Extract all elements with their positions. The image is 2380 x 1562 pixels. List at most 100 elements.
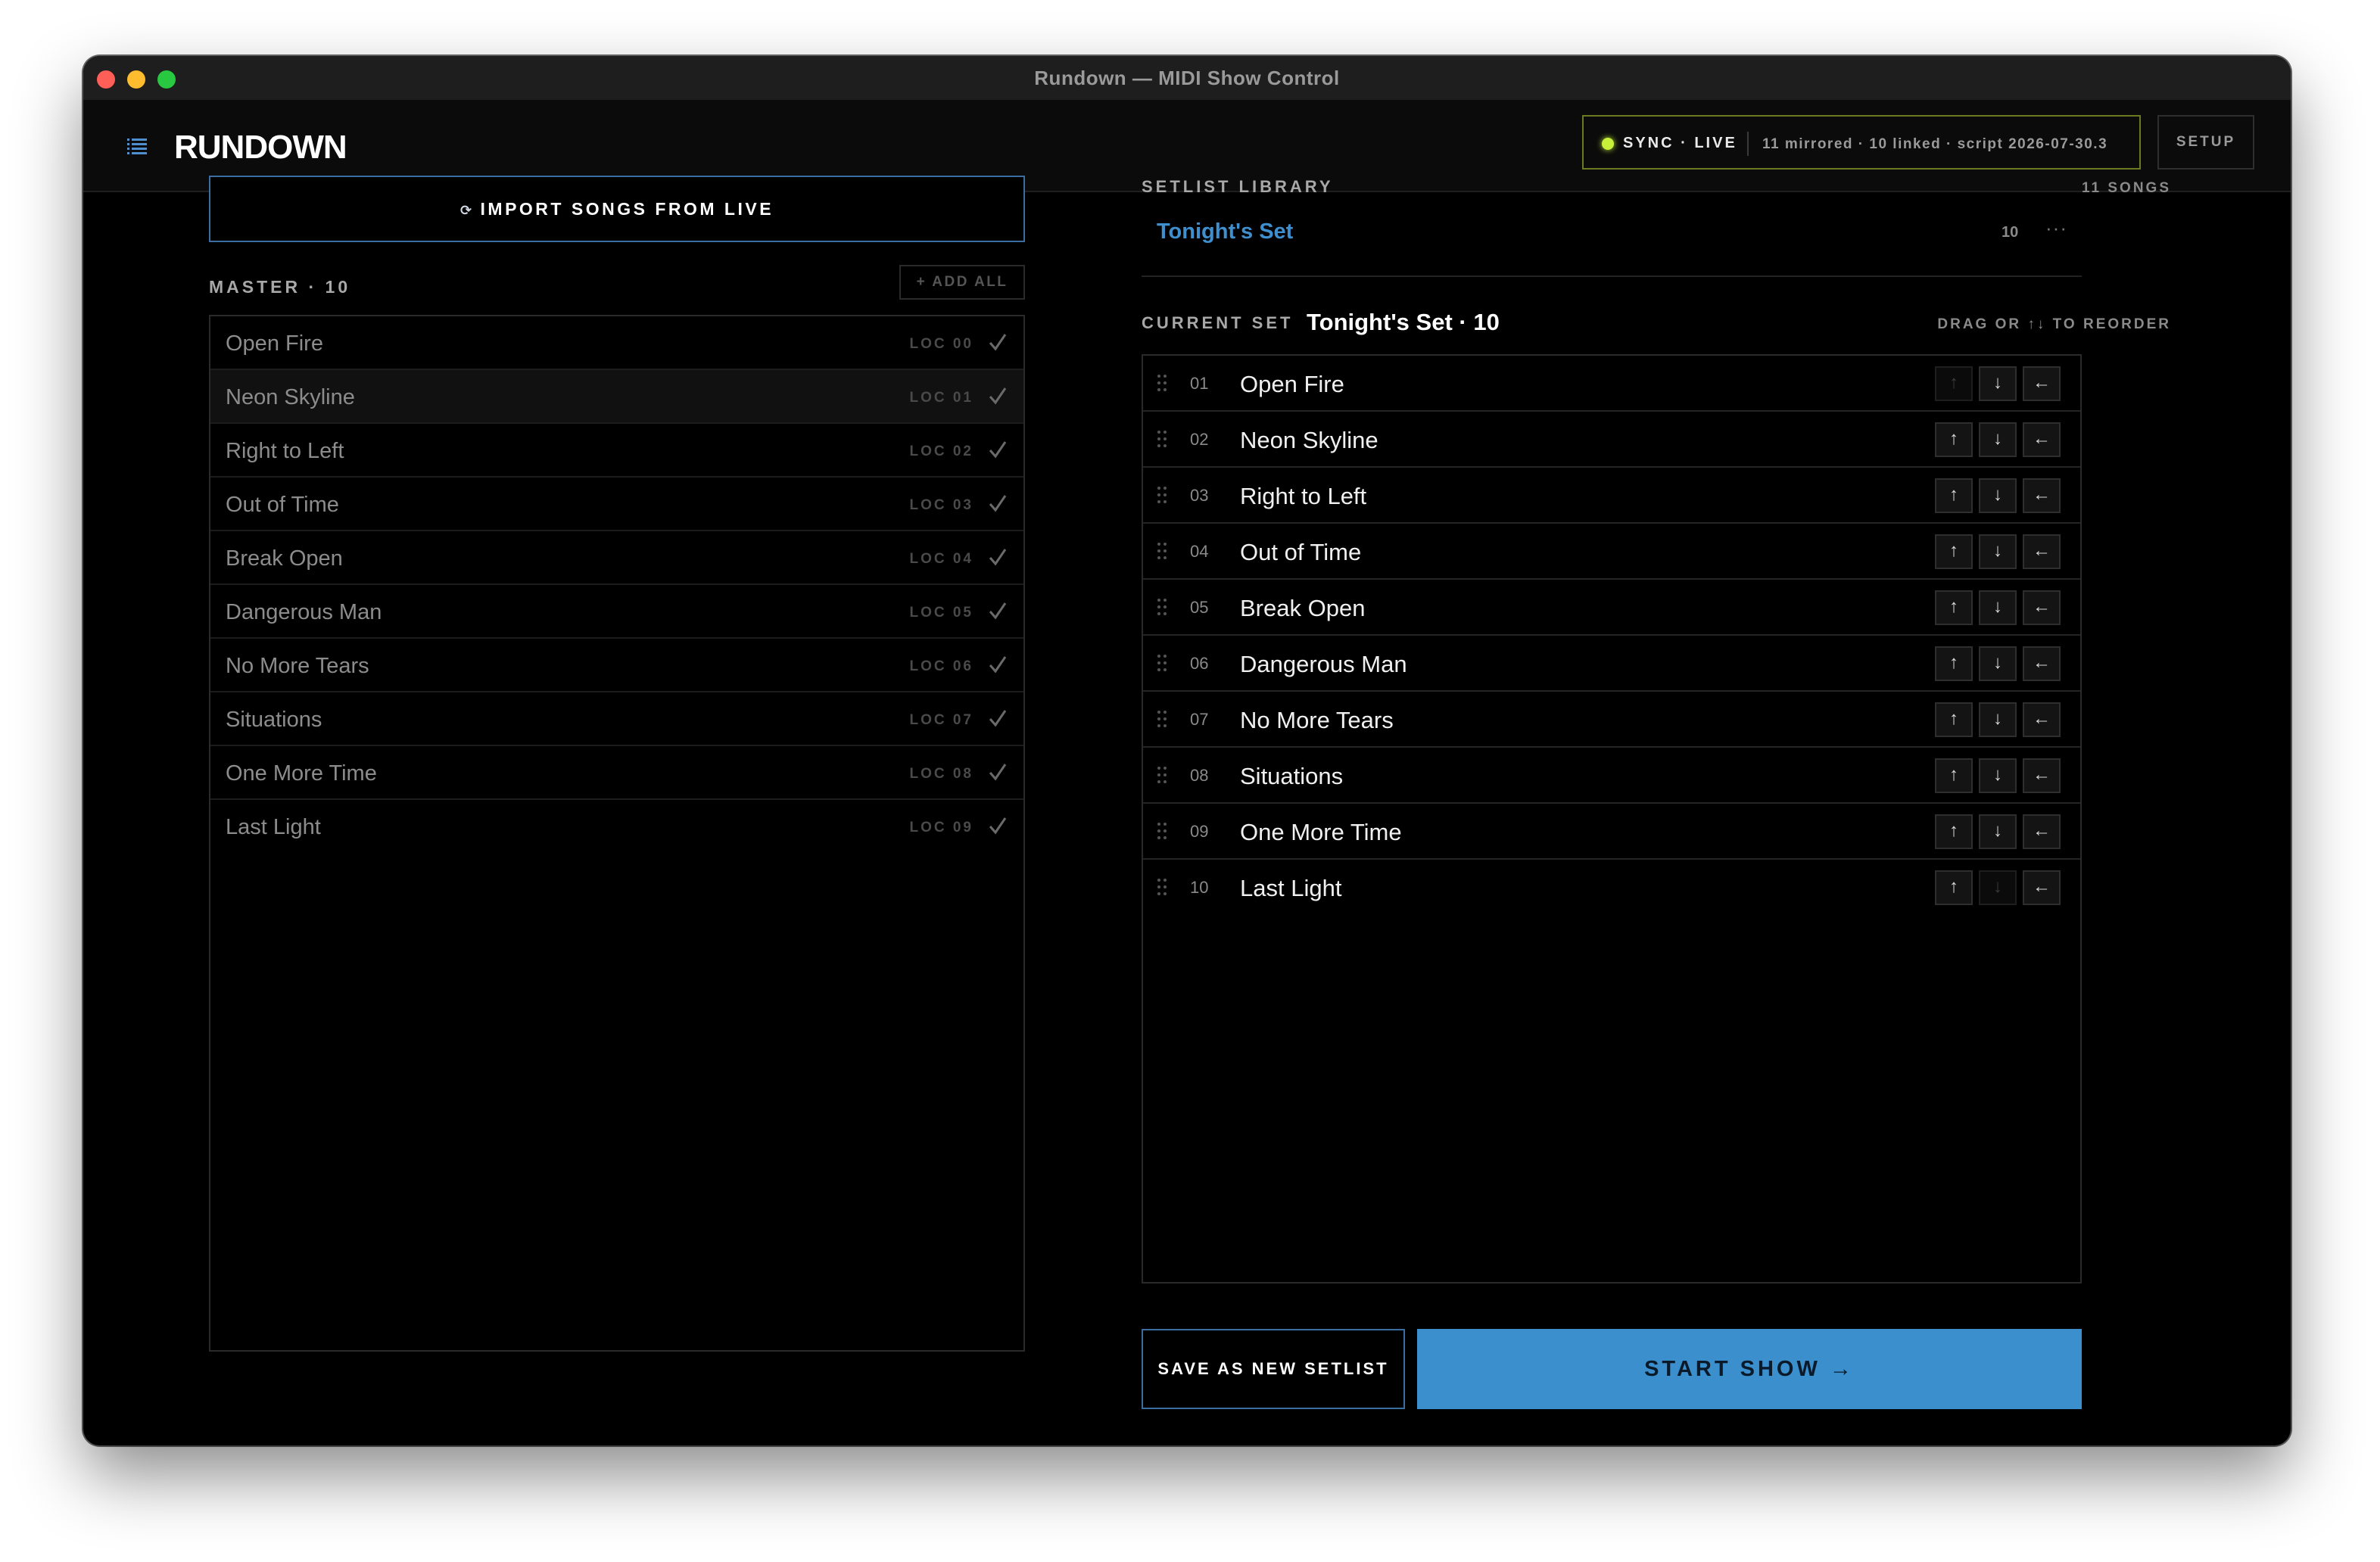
- drag-handle-icon[interactable]: [1155, 372, 1169, 394]
- master-song-row[interactable]: No More Tears LOC 06: [210, 639, 1023, 692]
- remove-from-set-button[interactable]: ←: [2023, 758, 2061, 793]
- set-song-title: Open Fire: [1240, 371, 1344, 397]
- set-song-row[interactable]: 05 Break Open ↑ ↓ ←: [1143, 580, 2080, 636]
- drag-handle-icon[interactable]: [1155, 596, 1169, 618]
- master-song-row[interactable]: Out of Time LOC 03: [210, 478, 1023, 531]
- move-up-button[interactable]: ↑: [1935, 646, 1973, 681]
- master-song-row[interactable]: Break Open LOC 04: [210, 531, 1023, 585]
- move-down-button[interactable]: ↓: [1979, 870, 2017, 905]
- section-divider: [1142, 275, 2082, 277]
- master-song-row[interactable]: One More Time LOC 08: [210, 746, 1023, 800]
- move-up-button[interactable]: ↑: [1935, 814, 1973, 849]
- master-song-row[interactable]: Right to Left LOC 02: [210, 424, 1023, 478]
- master-song-title: Open Fire: [226, 331, 323, 356]
- set-song-title: Out of Time: [1240, 539, 1362, 565]
- set-song-number: 09: [1190, 822, 1209, 841]
- move-down-button[interactable]: ↓: [1979, 534, 2017, 569]
- master-song-row[interactable]: Situations LOC 07: [210, 692, 1023, 746]
- master-song-locator: LOC 05: [909, 605, 973, 621]
- set-song-row[interactable]: 10 Last Light ↑ ↓ ←: [1143, 860, 2080, 916]
- check-icon: [989, 602, 1007, 620]
- move-up-button[interactable]: ↑: [1935, 478, 1973, 513]
- drag-handle-icon[interactable]: [1155, 820, 1169, 842]
- master-song-row[interactable]: Open Fire LOC 00: [210, 316, 1023, 370]
- set-song-row[interactable]: 03 Right to Left ↑ ↓ ←: [1143, 468, 2080, 524]
- move-up-button[interactable]: ↑: [1935, 758, 1973, 793]
- import-songs-button[interactable]: ⟳ IMPORT SONGS FROM LIVE: [209, 176, 1025, 242]
- remove-from-set-button[interactable]: ←: [2023, 366, 2061, 401]
- app-window: Rundown — MIDI Show Control RUNDOWN SYNC…: [83, 56, 2291, 1445]
- master-song-title: Right to Left: [226, 439, 344, 463]
- remove-from-set-button[interactable]: ←: [2023, 534, 2061, 569]
- set-song-row[interactable]: 08 Situations ↑ ↓ ←: [1143, 748, 2080, 804]
- move-down-button[interactable]: ↓: [1979, 366, 2017, 401]
- set-song-title: Break Open: [1240, 595, 1366, 621]
- master-song-locator: LOC 09: [909, 820, 973, 835]
- drag-handle-icon[interactable]: [1155, 540, 1169, 562]
- master-song-list: Open Fire LOC 00 Neon Skyline LOC 01 Rig…: [209, 315, 1025, 1352]
- drag-handle-icon[interactable]: [1155, 484, 1169, 506]
- check-icon: [989, 387, 1007, 405]
- setlist-item-name[interactable]: Tonight's Set: [1157, 219, 1293, 244]
- master-song-locator: LOC 04: [909, 551, 973, 567]
- move-up-button[interactable]: ↑: [1935, 590, 1973, 625]
- set-song-number: 03: [1190, 486, 1209, 505]
- start-show-button[interactable]: START SHOW →: [1417, 1329, 2082, 1409]
- set-song-row[interactable]: 09 One More Time ↑ ↓ ←: [1143, 804, 2080, 860]
- remove-from-set-button[interactable]: ←: [2023, 422, 2061, 457]
- drag-handle-icon[interactable]: [1155, 876, 1169, 898]
- setlist-library-label: SETLIST LIBRARY: [1142, 177, 1334, 196]
- save-as-new-setlist-button[interactable]: SAVE AS NEW SETLIST: [1142, 1329, 1405, 1409]
- move-down-button[interactable]: ↓: [1979, 814, 2017, 849]
- move-up-button[interactable]: ↑: [1935, 534, 1973, 569]
- master-song-row[interactable]: Dangerous Man LOC 05: [210, 585, 1023, 639]
- move-up-button[interactable]: ↑: [1935, 366, 1973, 401]
- check-icon: [989, 334, 1007, 351]
- setlist-item-count: 10: [2002, 224, 2019, 241]
- library-song-count: 11 SONGS: [2082, 180, 2171, 196]
- master-list-label: MASTER · 10: [209, 277, 351, 297]
- master-song-locator: LOC 07: [909, 712, 973, 728]
- master-song-title: Situations: [226, 708, 322, 732]
- master-song-row[interactable]: Neon Skyline LOC 01: [210, 370, 1023, 424]
- set-song-number: 10: [1190, 878, 1209, 897]
- check-icon: [989, 495, 1007, 512]
- set-song-row[interactable]: 04 Out of Time ↑ ↓ ←: [1143, 524, 2080, 580]
- move-down-button[interactable]: ↓: [1979, 646, 2017, 681]
- move-down-button[interactable]: ↓: [1979, 590, 2017, 625]
- drag-handle-icon[interactable]: [1155, 428, 1169, 450]
- move-up-button[interactable]: ↑: [1935, 702, 1973, 737]
- move-down-button[interactable]: ↓: [1979, 758, 2017, 793]
- move-down-button[interactable]: ↓: [1979, 478, 2017, 513]
- drag-handle-icon[interactable]: [1155, 764, 1169, 786]
- set-song-row[interactable]: 07 No More Tears ↑ ↓ ←: [1143, 692, 2080, 748]
- set-song-title: One More Time: [1240, 819, 1402, 845]
- set-song-row[interactable]: 06 Dangerous Man ↑ ↓ ←: [1143, 636, 2080, 692]
- move-up-button[interactable]: ↑: [1935, 870, 1973, 905]
- remove-from-set-button[interactable]: ←: [2023, 702, 2061, 737]
- set-song-number: 08: [1190, 766, 1209, 785]
- remove-from-set-button[interactable]: ←: [2023, 478, 2061, 513]
- add-all-button[interactable]: + ADD ALL: [899, 265, 1025, 300]
- check-icon: [989, 441, 1007, 459]
- move-down-button[interactable]: ↓: [1979, 702, 2017, 737]
- remove-from-set-button[interactable]: ←: [2023, 870, 2061, 905]
- set-song-number: 05: [1190, 598, 1209, 617]
- set-song-number: 07: [1190, 710, 1209, 729]
- move-up-button[interactable]: ↑: [1935, 422, 1973, 457]
- set-song-row[interactable]: 02 Neon Skyline ↑ ↓ ←: [1143, 412, 2080, 468]
- move-down-button[interactable]: ↓: [1979, 422, 2017, 457]
- remove-from-set-button[interactable]: ←: [2023, 814, 2061, 849]
- drag-handle-icon[interactable]: [1155, 708, 1169, 730]
- reorder-hint: DRAG OR ↑↓ TO REORDER: [1937, 316, 2171, 332]
- more-options-icon[interactable]: ···: [2045, 216, 2067, 240]
- remove-from-set-button[interactable]: ←: [2023, 590, 2061, 625]
- set-song-row[interactable]: 01 Open Fire ↑ ↓ ←: [1143, 356, 2080, 412]
- remove-from-set-button[interactable]: ←: [2023, 646, 2061, 681]
- master-song-title: Break Open: [226, 546, 343, 571]
- drag-handle-icon[interactable]: [1155, 652, 1169, 674]
- master-song-locator: LOC 01: [909, 390, 973, 406]
- master-song-locator: LOC 03: [909, 497, 973, 513]
- master-song-row[interactable]: Last Light LOC 09: [210, 800, 1023, 854]
- check-icon: [989, 817, 1007, 835]
